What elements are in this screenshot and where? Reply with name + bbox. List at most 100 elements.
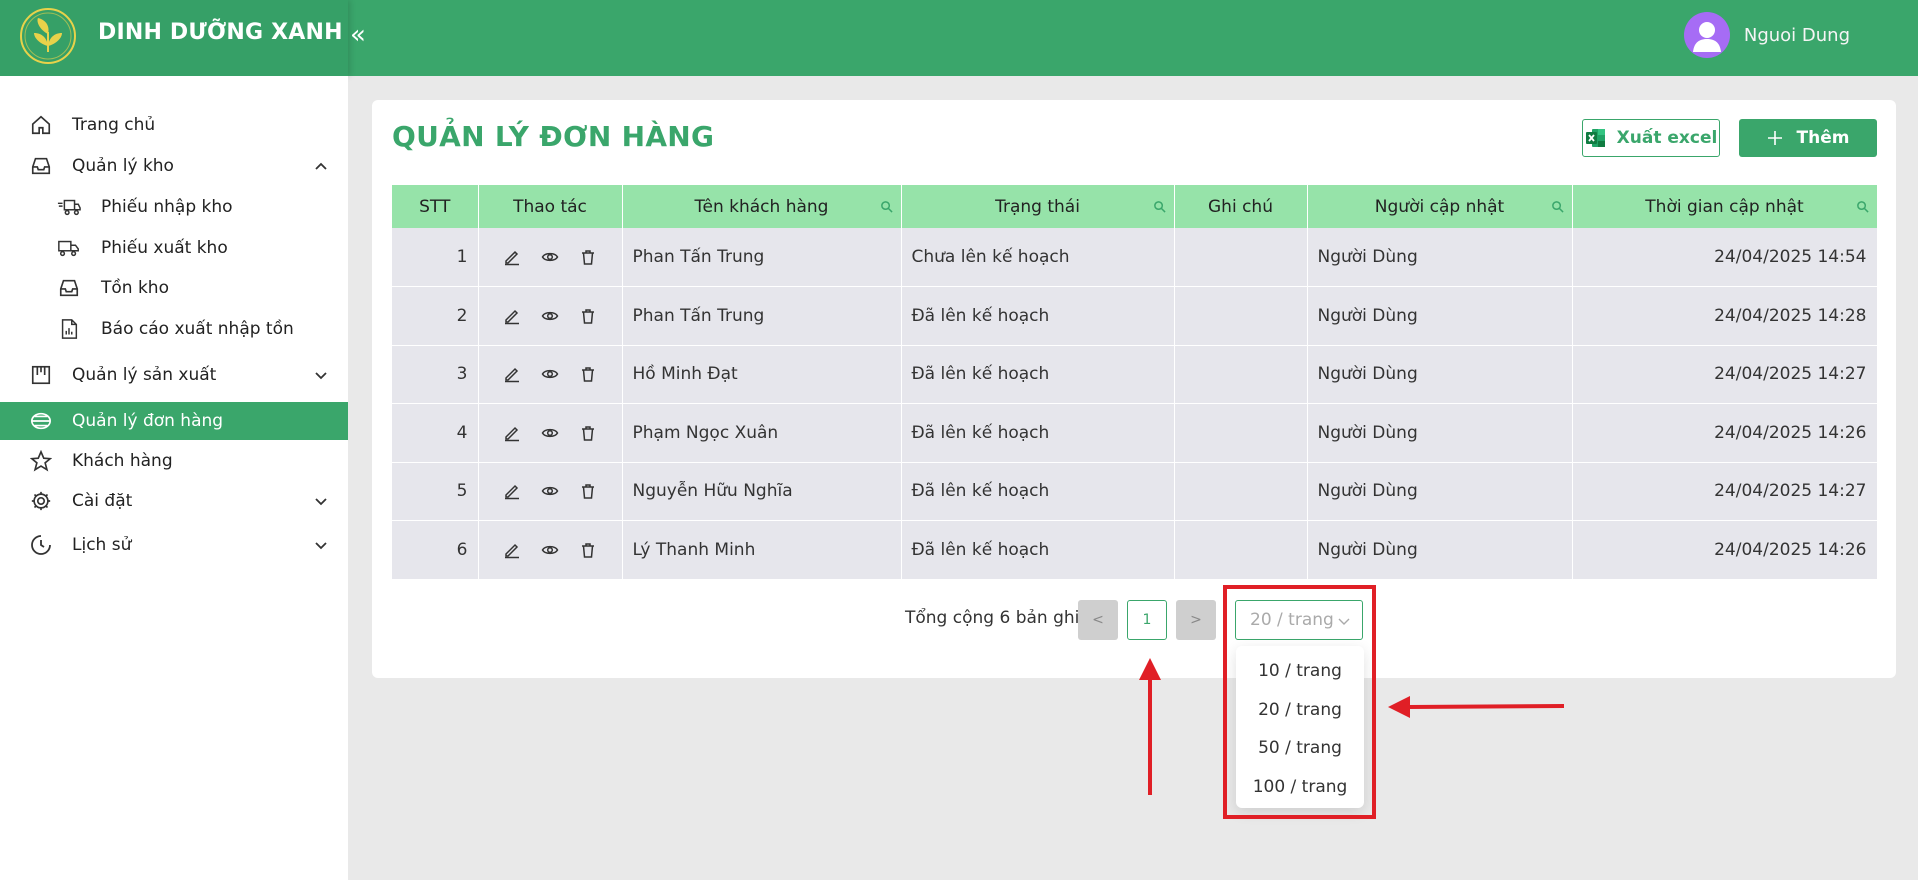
- current-page-number: 1: [1142, 612, 1152, 628]
- trash-icon[interactable]: [579, 307, 597, 325]
- cell-stt: 4: [392, 403, 479, 463]
- column-header-stt: STT: [392, 185, 479, 228]
- eye-icon[interactable]: [541, 248, 559, 266]
- sidebar-item-report[interactable]: Báo cáo xuất nhập tồn: [0, 310, 348, 348]
- trash-icon[interactable]: [579, 248, 597, 266]
- sidebar-item-settings[interactable]: Cài đặt: [0, 482, 348, 520]
- cell-status: Đã lên kế hoạch: [901, 462, 1175, 521]
- truck-in-icon: [56, 194, 82, 220]
- sidebar-item-production[interactable]: Quản lý sản xuất: [0, 356, 348, 394]
- chevron-down-icon: [315, 498, 327, 506]
- export-excel-label: Xuất excel: [1616, 128, 1718, 148]
- trash-icon[interactable]: [579, 424, 597, 442]
- cell-actions: [478, 345, 623, 404]
- column-header-actions: Thao tác: [478, 185, 623, 228]
- user-menu[interactable]: Nguoi Dung: [1683, 12, 1850, 58]
- sidebar-item-inventory[interactable]: Tồn kho: [0, 269, 348, 307]
- excel-icon: [1585, 129, 1605, 147]
- chevron-left-icon: <: [1092, 612, 1104, 628]
- edit-icon[interactable]: [503, 307, 521, 325]
- search-icon[interactable]: [1856, 200, 1869, 213]
- edit-icon[interactable]: [503, 424, 521, 442]
- cell-updated-by: Người Dùng: [1307, 345, 1573, 404]
- collapse-sidebar-icon[interactable]: «: [350, 20, 366, 50]
- avatar[interactable]: [1683, 12, 1730, 58]
- plus-icon: [1767, 131, 1782, 145]
- export-excel-button[interactable]: Xuất excel: [1582, 119, 1720, 157]
- cell-note: [1174, 462, 1308, 521]
- eye-icon[interactable]: [541, 424, 559, 442]
- cell-customer: Nguyễn Hữu Nghĩa: [622, 462, 902, 521]
- cell-note: [1174, 228, 1308, 287]
- sidebar-item-label: Lịch sử: [72, 535, 132, 555]
- cell-updated-at: 24/04/2025 14:54: [1572, 228, 1878, 287]
- cell-updated-at: 24/04/2025 14:28: [1572, 286, 1878, 346]
- prev-page-button[interactable]: <: [1078, 600, 1118, 640]
- cell-customer: Phan Tấn Trung: [622, 228, 902, 287]
- order-icon: [28, 408, 54, 434]
- cell-note: [1174, 520, 1308, 580]
- sidebar-item-warehouse[interactable]: Quản lý kho: [0, 147, 348, 185]
- sidebar-item-label: Báo cáo xuất nhập tồn: [101, 319, 294, 339]
- table-body: 1 Phan Tấn Trung Chưa lên kế hoạch Người Dù…: [392, 228, 1878, 580]
- trash-icon[interactable]: [579, 541, 597, 559]
- brand-name: DINH DƯỠNG XANH: [98, 20, 343, 45]
- search-icon[interactable]: [880, 200, 893, 213]
- sidebar-nav: Trang chủ Quản lý kho Phiếu nhập kho Phi…: [0, 76, 348, 880]
- column-header-status: Trạng thái: [901, 185, 1175, 228]
- eye-icon[interactable]: [541, 541, 559, 559]
- sidebar-item-stock-out[interactable]: Phiếu xuất kho: [0, 229, 348, 267]
- cell-updated-by: Người Dùng: [1307, 228, 1573, 287]
- cell-stt: 6: [392, 520, 479, 580]
- cell-updated-by: Người Dùng: [1307, 286, 1573, 346]
- edit-icon[interactable]: [503, 365, 521, 383]
- search-icon[interactable]: [1551, 200, 1564, 213]
- add-button[interactable]: Thêm: [1739, 119, 1877, 157]
- page-title: QUẢN LÝ ĐƠN HÀNG: [392, 120, 715, 153]
- cell-customer: Lý Thanh Minh: [622, 520, 902, 580]
- chevron-down-icon: [315, 542, 327, 550]
- table-row: 4 Phạm Ngọc Xuân Đã lên kế hoạch Người Dùng…: [392, 403, 1878, 463]
- sidebar-item-label: Phiếu xuất kho: [101, 238, 228, 258]
- sidebar-item-customers[interactable]: Khách hàng: [0, 442, 348, 480]
- sidebar-item-history[interactable]: Lịch sử: [0, 526, 348, 564]
- sidebar-item-label: Quản lý đơn hàng: [72, 411, 224, 431]
- chevron-down-icon: [315, 372, 327, 380]
- cell-updated-at: 24/04/2025 14:26: [1572, 520, 1878, 580]
- chevron-right-icon: >: [1190, 612, 1202, 628]
- table-row: 3 Hồ Minh Đạt Đã lên kế hoạch Người Dùng 24/…: [392, 345, 1878, 404]
- eye-icon[interactable]: [541, 365, 559, 383]
- cell-note: [1174, 286, 1308, 346]
- cell-updated-at: 24/04/2025 14:27: [1572, 462, 1878, 521]
- search-icon[interactable]: [1153, 200, 1166, 213]
- edit-icon[interactable]: [503, 248, 521, 266]
- total-records: Tổng cộng 6 bản ghi: [905, 608, 1080, 628]
- arrow-left-icon: [1388, 696, 1565, 718]
- cell-status: Chưa lên kế hoạch: [901, 228, 1175, 287]
- orders-table: STT Thao tác Tên khách hàng Trạng thái G…: [392, 185, 1878, 580]
- current-page-button[interactable]: 1: [1127, 600, 1167, 640]
- cell-stt: 3: [392, 345, 479, 404]
- eye-icon[interactable]: [541, 307, 559, 325]
- cell-status: Đã lên kế hoạch: [901, 286, 1175, 346]
- edit-icon[interactable]: [503, 482, 521, 500]
- table-row: 2 Phan Tấn Trung Đã lên kế hoạch Người Dùng…: [392, 286, 1878, 346]
- table-row: 6 Lý Thanh Minh Đã lên kế hoạch Người Dùng 2…: [392, 520, 1878, 580]
- sidebar-item-label: Quản lý sản xuất: [72, 365, 217, 385]
- cell-status: Đã lên kế hoạch: [901, 403, 1175, 463]
- column-header-note: Ghi chú: [1174, 185, 1308, 228]
- sidebar-item-stock-in[interactable]: Phiếu nhập kho: [0, 188, 348, 226]
- edit-icon[interactable]: [503, 541, 521, 559]
- sidebar-item-home[interactable]: Trang chủ: [0, 106, 348, 144]
- clock-icon: [28, 532, 54, 558]
- trash-icon[interactable]: [579, 365, 597, 383]
- cell-updated-at: 24/04/2025 14:27: [1572, 345, 1878, 404]
- leaf-logo-icon: [20, 8, 76, 64]
- cell-stt: 5: [392, 462, 479, 521]
- next-page-button[interactable]: >: [1176, 600, 1216, 640]
- eye-icon[interactable]: [541, 482, 559, 500]
- sidebar-item-orders[interactable]: Quản lý đơn hàng: [0, 402, 348, 440]
- trash-icon[interactable]: [579, 482, 597, 500]
- inbox-icon: [28, 153, 54, 179]
- sidebar-item-label: Phiếu nhập kho: [101, 197, 233, 217]
